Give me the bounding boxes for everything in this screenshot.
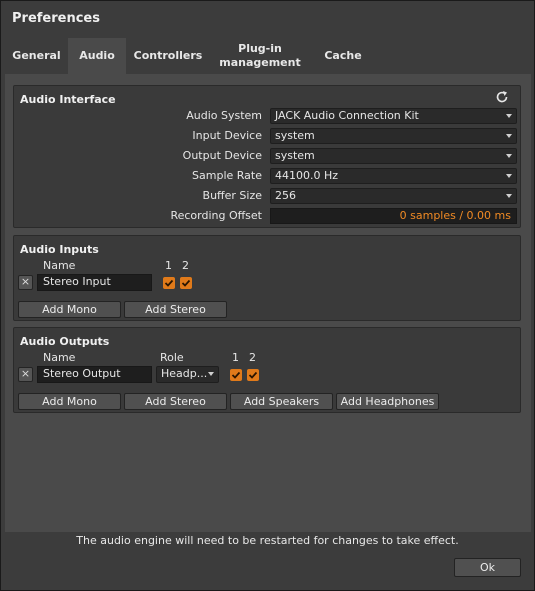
input-channel-1-checkbox[interactable]	[163, 277, 175, 289]
check-icon	[248, 371, 258, 379]
outputs-add-mono-button[interactable]: Add Mono	[18, 393, 121, 410]
output-device-select[interactable]: system	[270, 148, 517, 164]
outputs-col-2: 2	[249, 351, 256, 364]
output-channel-2-checkbox[interactable]	[247, 369, 259, 381]
audio-system-value: JACK Audio Connection Kit	[275, 109, 419, 122]
tab-bar: General Audio Controllers Plug-in manage…	[5, 38, 376, 74]
preferences-window: Preferences General Audio Controllers Pl…	[0, 0, 535, 591]
inputs-add-mono-button[interactable]: Add Mono	[18, 301, 121, 318]
inputs-col-name: Name	[43, 259, 76, 272]
window-title: Preferences	[12, 11, 100, 26]
buffer-size-value: 256	[275, 189, 296, 202]
audio-tab-content: Audio Interface Audio System JACK Audio …	[5, 74, 531, 532]
audio-interface-title: Audio Interface	[20, 93, 116, 106]
tab-controllers[interactable]: Controllers	[126, 38, 210, 74]
outputs-col-name: Name	[43, 351, 76, 364]
input-device-label: Input Device	[192, 129, 262, 142]
outputs-add-headphones-button[interactable]: Add Headphones	[336, 393, 439, 410]
chevron-down-icon	[208, 372, 214, 376]
chevron-down-icon	[506, 174, 512, 178]
tab-cache[interactable]: Cache	[310, 38, 376, 74]
output-device-value: system	[275, 149, 315, 162]
check-icon	[231, 371, 241, 379]
output-role-value: Headp...	[161, 367, 208, 380]
check-icon	[164, 279, 174, 287]
input-channel-2-checkbox[interactable]	[180, 277, 192, 289]
audio-interface-group: Audio Interface Audio System JACK Audio …	[13, 85, 521, 228]
inputs-col-2: 2	[182, 259, 189, 272]
outputs-col-1: 1	[232, 351, 239, 364]
ok-button[interactable]: Ok	[454, 558, 521, 577]
audio-system-select[interactable]: JACK Audio Connection Kit	[270, 108, 517, 124]
refresh-icon[interactable]	[494, 89, 510, 105]
recording-offset-label: Recording Offset	[170, 209, 262, 222]
audio-inputs-group: Audio Inputs Name 1 2 × Stereo Input Add…	[13, 235, 521, 321]
output-device-label: Output Device	[182, 149, 262, 162]
audio-inputs-title: Audio Inputs	[20, 243, 99, 256]
audio-outputs-group: Audio Outputs Name Role 1 2 × Stereo Out…	[13, 327, 521, 413]
chevron-down-icon	[506, 194, 512, 198]
chevron-down-icon	[506, 134, 512, 138]
input-device-value: system	[275, 129, 315, 142]
sample-rate-value: 44100.0 Hz	[275, 169, 339, 182]
sample-rate-label: Sample Rate	[192, 169, 262, 182]
buffer-size-select[interactable]: 256	[270, 188, 517, 204]
tab-plugin-management-line1: Plug-in	[238, 42, 282, 55]
output-role-select[interactable]: Headp...	[156, 366, 219, 383]
outputs-col-role: Role	[160, 351, 184, 364]
recording-offset-field[interactable]: 0 samples / 0.00 ms	[270, 208, 517, 224]
buffer-size-label: Buffer Size	[202, 189, 262, 202]
input-name-field[interactable]: Stereo Input	[37, 274, 152, 291]
restart-notice: The audio engine will need to be restart…	[76, 534, 459, 547]
outputs-add-stereo-button[interactable]: Add Stereo	[124, 393, 227, 410]
tab-plugin-management-line2: management	[219, 56, 301, 69]
audio-outputs-title: Audio Outputs	[20, 335, 110, 348]
sample-rate-select[interactable]: 44100.0 Hz	[270, 168, 517, 184]
tab-audio[interactable]: Audio	[68, 38, 126, 74]
remove-input-button[interactable]: ×	[18, 275, 33, 290]
audio-system-label: Audio System	[186, 109, 262, 122]
tab-general[interactable]: General	[5, 38, 68, 74]
inputs-add-stereo-button[interactable]: Add Stereo	[124, 301, 227, 318]
check-icon	[181, 279, 191, 287]
tab-plugin-management[interactable]: Plug-in management	[210, 38, 310, 74]
chevron-down-icon	[506, 154, 512, 158]
remove-output-button[interactable]: ×	[18, 367, 33, 382]
output-channel-1-checkbox[interactable]	[230, 369, 242, 381]
chevron-down-icon	[506, 114, 512, 118]
output-name-field[interactable]: Stereo Output	[37, 366, 152, 383]
outputs-add-speakers-button[interactable]: Add Speakers	[230, 393, 333, 410]
input-device-select[interactable]: system	[270, 128, 517, 144]
inputs-col-1: 1	[165, 259, 172, 272]
